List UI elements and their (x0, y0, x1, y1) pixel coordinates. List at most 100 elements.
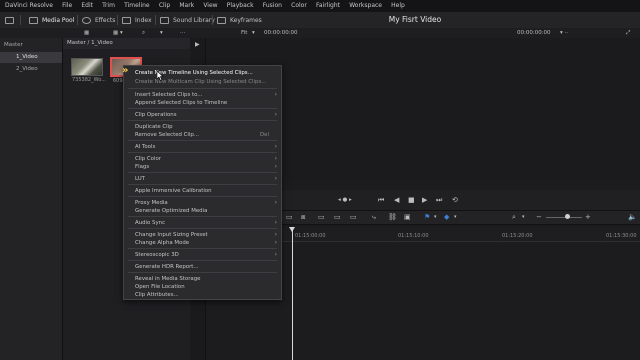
clip-thumbnail[interactable] (71, 58, 103, 76)
menu-edit[interactable]: Edit (77, 0, 98, 12)
grid-view-icon[interactable]: ▦ ▾ (113, 28, 123, 38)
menu-item-audio-sync[interactable]: Audio Sync › (124, 219, 281, 227)
viewer-options-icon[interactable]: ▾ ·· (560, 28, 568, 38)
menu-item-ai-tools[interactable]: AI Tools › (124, 143, 281, 151)
zoom-out-icon[interactable]: − (536, 212, 542, 222)
menu-item-open-file-location[interactable]: Open File Location (124, 283, 281, 291)
menu-item-stereoscopic-3d[interactable]: Stereoscopic 3D › (124, 251, 281, 259)
panel-toggle-icon[interactable]: ▶ (195, 40, 200, 50)
menu-item-create-multicam-clip[interactable]: Create New Multicam Clip Using Selected … (124, 78, 281, 86)
timecode-right: 00:00:00:00 (517, 30, 551, 36)
menu-workspace[interactable]: Workspace (345, 0, 387, 12)
menu-item-clip-attributes[interactable]: Clip Attributes... (124, 291, 281, 299)
link-icon[interactable]: ⛓ (388, 212, 397, 222)
bin-item-2-video[interactable]: 2_Video (0, 64, 62, 75)
flag-icon[interactable]: ⚑ (424, 212, 430, 222)
bin-item-label: 1_Video (16, 54, 38, 60)
submenu-arrow-icon: › (274, 199, 277, 206)
menu-timeline[interactable]: Timeline (120, 0, 155, 12)
menu-item-flags[interactable]: Flags › (124, 163, 281, 171)
menu-trim[interactable]: Trim (98, 0, 120, 12)
menu-view[interactable]: View (199, 0, 222, 12)
drag-chevrons-icon: » (122, 65, 129, 76)
loop-icon[interactable]: ⟲ (452, 195, 458, 205)
submenu-arrow-icon: › (274, 111, 277, 118)
snapping-icon[interactable]: ⤷ (372, 212, 376, 222)
menu-item-generate-hdr-report[interactable]: Generate HDR Report... (124, 263, 281, 271)
menu-item-label: Change Alpha Mode (135, 240, 190, 246)
volume-icon[interactable]: 🔈 (628, 212, 637, 222)
menu-item-apple-immersive-calibration[interactable]: Apple Immersive Calibration (124, 187, 281, 195)
overwrite-clip-icon[interactable]: ▭ (334, 212, 341, 222)
flag-dropdown-icon[interactable]: ▾ (434, 212, 437, 222)
clip-view-icon[interactable]: ▦ (84, 28, 89, 38)
menu-help[interactable]: Help (387, 0, 410, 12)
menu-item-label: Generate Optimized Media (135, 208, 208, 214)
play-reverse-icon[interactable]: ◀ (394, 195, 399, 205)
menu-item-clip-color[interactable]: Clip Color › (124, 155, 281, 163)
menu-item-reveal-in-media-storage[interactable]: Reveal in Media Storage (124, 275, 281, 283)
menu-fusion[interactable]: Fusion (258, 0, 286, 12)
menu-item-change-input-sizing-preset[interactable]: Change Input Sizing Preset › (124, 231, 281, 239)
sort-icon[interactable]: ▾ (160, 28, 163, 38)
zoom-dropdown-icon[interactable]: ▾ (522, 212, 525, 222)
menu-item-proxy-media[interactable]: Proxy Media › (124, 199, 281, 207)
search-icon[interactable]: ⌕ (142, 28, 145, 38)
marker-dropdown-icon[interactable]: ▾ (454, 212, 457, 222)
play-icon[interactable]: ▶ (422, 195, 427, 205)
zoom-slider-track[interactable] (546, 217, 582, 218)
jog-control-icon[interactable]: ◂ ● ▸ (338, 195, 352, 205)
menu-item-label: Audio Sync (135, 220, 166, 226)
zoom-chevron-icon[interactable]: ▾ (252, 28, 255, 38)
expand-icon[interactable]: ⤢ (626, 28, 630, 38)
marker-icon[interactable]: ◆ (444, 212, 449, 222)
bin-item-1-video[interactable]: 1_Video (0, 52, 62, 63)
menu-playback[interactable]: Playback (222, 0, 258, 12)
submenu-arrow-icon: › (274, 231, 277, 238)
menu-color[interactable]: Color (287, 0, 312, 12)
menu-mark[interactable]: Mark (175, 0, 199, 12)
menu-item-insert-selected-clips[interactable]: Insert Selected Clips to... › (124, 91, 281, 99)
master-bin-label: Master (4, 42, 23, 48)
menu-item-create-new-timeline[interactable]: Create New Timeline Using Selected Clips… (124, 69, 281, 77)
menu-item-change-alpha-mode[interactable]: Change Alpha Mode › (124, 239, 281, 247)
stop-icon[interactable]: ■ (408, 195, 415, 205)
master-bin[interactable]: Master (0, 40, 62, 51)
ruler-timecode: 01:15:10:00 (398, 233, 429, 239)
menu-item-remove-selected-clip[interactable]: Remove Selected Clip... Del (124, 131, 281, 139)
more-options-icon[interactable]: ··· (180, 28, 185, 38)
bin-panel: Master 1_Video 2_Video (0, 38, 63, 360)
go-to-start-icon[interactable]: ⏮ (378, 195, 384, 205)
menu-item-lut[interactable]: LUT › (124, 175, 281, 183)
menu-item-label: Open File Location (135, 284, 185, 290)
menu-item-append-selected-clips[interactable]: Append Selected Clips to Timeline (124, 99, 281, 107)
submenu-arrow-icon: › (274, 91, 277, 98)
menu-item-label: Create New Multicam Clip Using Selected … (135, 79, 267, 85)
zoom-in-icon[interactable]: + (585, 212, 591, 222)
app-menu[interactable]: DaVinci Resolve (0, 0, 58, 12)
zoom-mode-icon[interactable]: ⌕ (512, 212, 516, 222)
submenu-arrow-icon: › (274, 143, 277, 150)
menu-fairlight[interactable]: Fairlight (311, 0, 344, 12)
menu-item-duplicate-clip[interactable]: Duplicate Clip (124, 123, 281, 131)
menu-item-generate-optimized-media[interactable]: Generate Optimized Media (124, 207, 281, 215)
insert-clip-icon[interactable]: ▭ (318, 212, 325, 222)
pool-breadcrumb: Master / 1_Video (63, 38, 190, 49)
menu-file[interactable]: File (58, 0, 77, 12)
go-to-end-icon[interactable]: ⏭ (436, 195, 442, 205)
trim-tool-icon[interactable]: ⧈ (301, 212, 305, 222)
submenu-arrow-icon: › (274, 239, 277, 246)
zoom-select[interactable]: Fit (241, 28, 247, 38)
replace-clip-icon[interactable]: ▭ (350, 212, 357, 222)
playhead-handle[interactable] (289, 227, 295, 232)
menu-item-label: Duplicate Clip (135, 124, 173, 130)
menu-clip[interactable]: Clip (154, 0, 175, 12)
menu-item-label: Insert Selected Clips to... (135, 92, 203, 98)
selection-tool-icon[interactable]: ▭ (286, 212, 293, 222)
playhead[interactable] (292, 230, 293, 360)
menu-item-label: Apple Immersive Calibration (135, 188, 212, 194)
submenu-arrow-icon: › (274, 219, 277, 226)
position-lock-icon[interactable]: ▣ (404, 212, 411, 222)
zoom-slider-thumb[interactable] (565, 214, 570, 219)
menu-item-clip-operations[interactable]: Clip Operations › (124, 111, 281, 119)
